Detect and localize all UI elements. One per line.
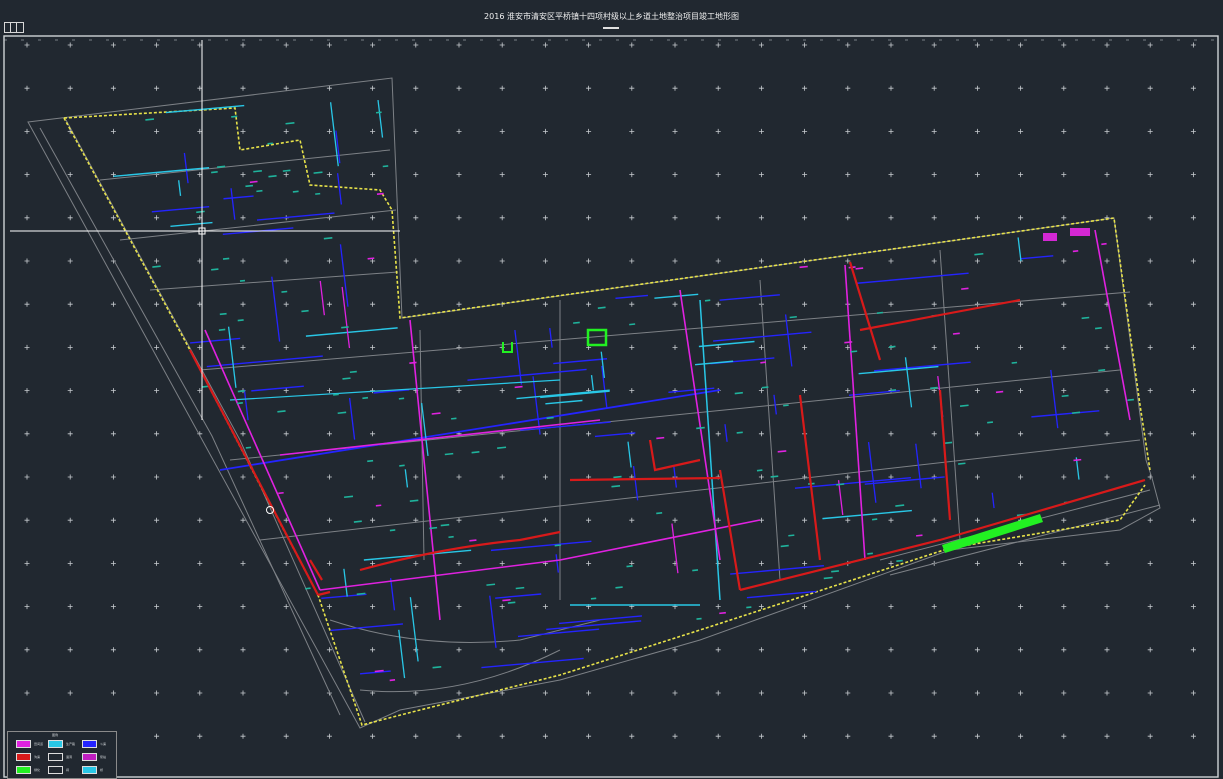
- legend-item: 田间道: [16, 740, 43, 748]
- crosshair-cursor-icon: [10, 40, 400, 420]
- road-network: [27, 77, 1161, 729]
- coordinate-grid: [24, 42, 1196, 739]
- red-main-ditches: [189, 261, 1146, 597]
- legend-label: 绿化: [34, 768, 41, 772]
- legend-item: 沟渠: [16, 753, 40, 761]
- legend-label: 涵洞: [66, 755, 73, 759]
- legend-label: 闸: [66, 768, 70, 772]
- pump-stations: [1043, 228, 1090, 241]
- magenta-roads: [204, 229, 1131, 621]
- legend-item: 泵站: [82, 753, 106, 761]
- legend-item: 绿化: [16, 766, 40, 774]
- legend-item: 闸: [48, 766, 69, 774]
- legend-item: 斗渠: [82, 740, 106, 748]
- legend-label: 田间道: [34, 742, 44, 746]
- legend-label: 沟渠: [34, 755, 41, 759]
- legend-panel: 图例 田间道 生产路 斗渠 沟渠 涵洞 泵站 绿化 闸 桥: [7, 731, 117, 779]
- legend-label: 桥: [100, 768, 104, 772]
- legend-item: 桥: [82, 766, 103, 774]
- legend-label: 生产路: [66, 742, 76, 746]
- legend-item: 涵洞: [48, 753, 72, 761]
- legend-label: 泵站: [100, 755, 107, 759]
- blue-ditches: [151, 130, 1100, 675]
- legend-label: 斗渠: [100, 742, 107, 746]
- legend-header: 图例: [52, 733, 59, 737]
- map-canvas[interactable]: [0, 0, 1223, 779]
- legend-item: 生产路: [48, 740, 75, 748]
